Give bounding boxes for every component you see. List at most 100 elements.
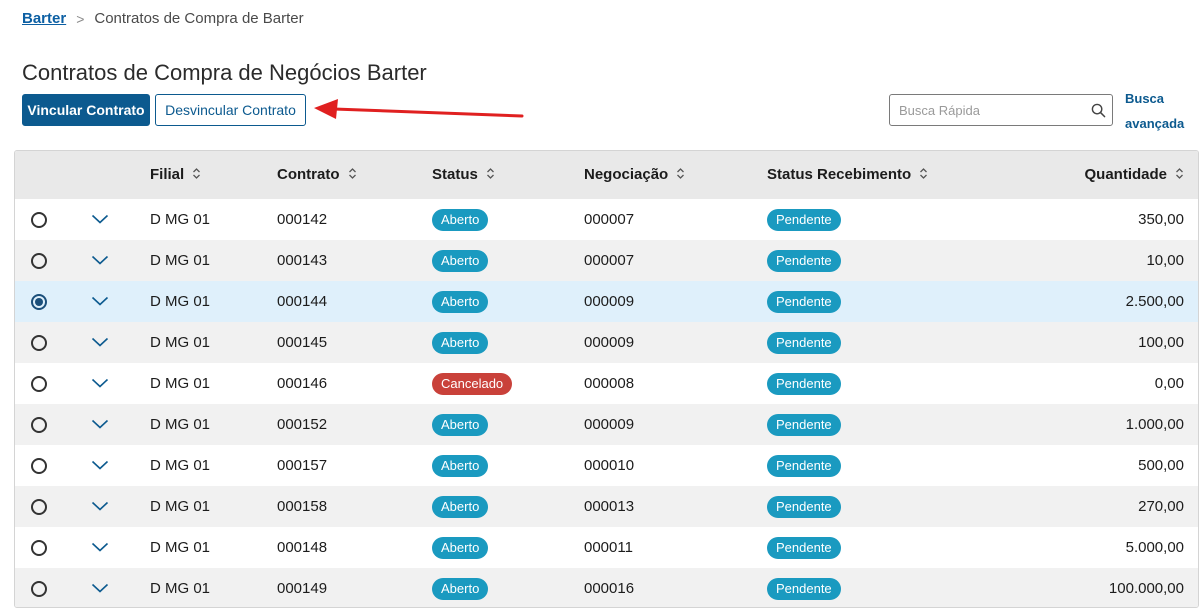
table-row[interactable]: D MG 01 000142 Aberto 000007 Pendente 350,00 xyxy=(15,199,1198,240)
row-radio-button[interactable] xyxy=(31,457,47,474)
cell-filial: D MG 01 xyxy=(150,580,211,597)
cell-status: Aberto xyxy=(432,445,584,486)
table-row[interactable]: D MG 01 000149 Aberto 000016 Pendente 100.000… xyxy=(15,568,1198,607)
cell-filial: D MG 01 xyxy=(150,375,211,392)
status-badge: Aberto xyxy=(432,331,489,354)
row-select-cell xyxy=(15,199,85,240)
chevron-down-icon[interactable] xyxy=(91,580,109,597)
cell-status: Aberto xyxy=(432,199,584,240)
cell-filial: D MG 01 xyxy=(150,416,211,433)
cell-contrato: 000157 xyxy=(277,457,328,474)
table-body: D MG 01 000142 Aberto 000007 Pendente 350,00 D… xyxy=(15,199,1198,607)
row-radio-button[interactable] xyxy=(31,375,47,392)
header-negociacao-label: Negociação xyxy=(584,166,669,184)
table-row[interactable]: D MG 01 000144 Aberto 000009 Pendente 2.500,0… xyxy=(15,281,1198,322)
table-row[interactable]: D MG 01 000158 Aberto 000013 Pendente 270,00 xyxy=(15,486,1198,527)
row-radio-button[interactable] xyxy=(31,293,47,310)
cell-quantidade: 100.000,00 xyxy=(1108,580,1184,597)
cell-contrato: 000145 xyxy=(277,334,328,351)
cell-status: Aberto xyxy=(432,486,584,527)
table-row[interactable]: D MG 01 000146 Cancelado 000008 Pendente 0,00 xyxy=(15,363,1198,404)
cell-negociacao: 000008 xyxy=(584,375,635,392)
cell-contrato: 000158 xyxy=(277,498,328,515)
table-row[interactable]: D MG 01 000157 Aberto 000010 Pendente 500,00 xyxy=(15,445,1198,486)
chevron-down-icon[interactable] xyxy=(91,539,109,556)
header-status-recebimento[interactable]: Status Recebimento xyxy=(767,151,1007,199)
status-badge: Aberto xyxy=(432,208,489,231)
row-select-cell xyxy=(15,568,85,607)
status-badge: Aberto xyxy=(432,290,489,313)
row-expand-cell xyxy=(85,363,150,404)
cell-status-recebimento: Pendente xyxy=(767,363,1007,404)
status-badge: Aberto xyxy=(432,413,489,436)
row-expand-cell xyxy=(85,568,150,607)
search-icon[interactable] xyxy=(1084,103,1112,118)
cell-negociacao: 000013 xyxy=(584,498,635,515)
row-select-cell xyxy=(15,363,85,404)
chevron-down-icon[interactable] xyxy=(91,375,109,392)
row-radio-button[interactable] xyxy=(31,252,47,269)
sort-icon xyxy=(348,167,357,184)
chevron-down-icon[interactable] xyxy=(91,498,109,515)
row-select-cell xyxy=(15,404,85,445)
table-row[interactable]: D MG 01 000152 Aberto 000009 Pendente 1.000,0… xyxy=(15,404,1198,445)
table-row[interactable]: D MG 01 000143 Aberto 000007 Pendente 10,00 xyxy=(15,240,1198,281)
cell-negociacao: 000007 xyxy=(584,252,635,269)
cell-status-recebimento: Pendente xyxy=(767,486,1007,527)
row-radio-button[interactable] xyxy=(31,498,47,515)
header-quantidade[interactable]: Quantidade xyxy=(1007,151,1198,199)
cell-status-recebimento: Pendente xyxy=(767,527,1007,568)
chevron-down-icon[interactable] xyxy=(91,211,109,228)
cell-contrato: 000142 xyxy=(277,211,328,228)
cell-contrato: 000143 xyxy=(277,252,328,269)
cell-status: Aberto xyxy=(432,322,584,363)
receipt-status-badge: Pendente xyxy=(767,495,841,518)
cell-filial: D MG 01 xyxy=(150,293,211,310)
cell-status: Aberto xyxy=(432,404,584,445)
cell-contrato: 000146 xyxy=(277,375,328,392)
row-radio-button[interactable] xyxy=(31,334,47,351)
receipt-status-badge: Pendente xyxy=(767,413,841,436)
chevron-down-icon[interactable] xyxy=(91,457,109,474)
cell-filial: D MG 01 xyxy=(150,252,211,269)
breadcrumb-current: Contratos de Compra de Barter xyxy=(94,10,304,27)
header-negociacao[interactable]: Negociação xyxy=(584,151,767,199)
status-badge: Cancelado xyxy=(432,372,513,395)
chevron-down-icon[interactable] xyxy=(91,252,109,269)
cell-filial: D MG 01 xyxy=(150,457,211,474)
chevron-down-icon[interactable] xyxy=(91,293,109,310)
header-contrato-label: Contrato xyxy=(277,166,340,184)
cell-quantidade: 0,00 xyxy=(1154,375,1184,392)
breadcrumb: Barter > Contratos de Compra de Barter xyxy=(22,10,304,27)
header-contrato[interactable]: Contrato xyxy=(277,151,432,199)
table-row[interactable]: D MG 01 000148 Aberto 000011 Pendente 5.000,0… xyxy=(15,527,1198,568)
advanced-search-link[interactable]: Busca avançada xyxy=(1125,86,1195,136)
row-radio-button[interactable] xyxy=(31,580,47,597)
cell-filial: D MG 01 xyxy=(150,211,211,228)
row-expand-cell xyxy=(85,281,150,322)
link-contract-button[interactable]: Vincular Contrato xyxy=(22,94,150,126)
row-radio-button[interactable] xyxy=(31,211,47,228)
header-filial[interactable]: Filial xyxy=(150,151,277,199)
cell-status-recebimento: Pendente xyxy=(767,404,1007,445)
cell-negociacao: 000009 xyxy=(584,416,635,433)
row-radio-button[interactable] xyxy=(31,416,47,433)
receipt-status-badge: Pendente xyxy=(767,577,841,600)
chevron-down-icon[interactable] xyxy=(91,416,109,433)
cell-status-recebimento: Pendente xyxy=(767,322,1007,363)
row-radio-button[interactable] xyxy=(31,539,47,556)
quick-search-input[interactable] xyxy=(890,95,1084,125)
sort-icon xyxy=(676,167,685,184)
cell-quantidade: 270,00 xyxy=(1138,498,1184,515)
chevron-down-icon[interactable] xyxy=(91,334,109,351)
table-row[interactable]: D MG 01 000145 Aberto 000009 Pendente 100,00 xyxy=(15,322,1198,363)
cell-negociacao: 000010 xyxy=(584,457,635,474)
header-status[interactable]: Status xyxy=(432,151,584,199)
status-badge: Aberto xyxy=(432,454,489,477)
breadcrumb-link-barter[interactable]: Barter xyxy=(22,10,66,27)
annotation-arrow xyxy=(314,99,524,119)
unlink-contract-button[interactable]: Desvincular Contrato xyxy=(155,94,306,126)
cell-filial: D MG 01 xyxy=(150,334,211,351)
cell-contrato: 000144 xyxy=(277,293,328,310)
receipt-status-badge: Pendente xyxy=(767,331,841,354)
